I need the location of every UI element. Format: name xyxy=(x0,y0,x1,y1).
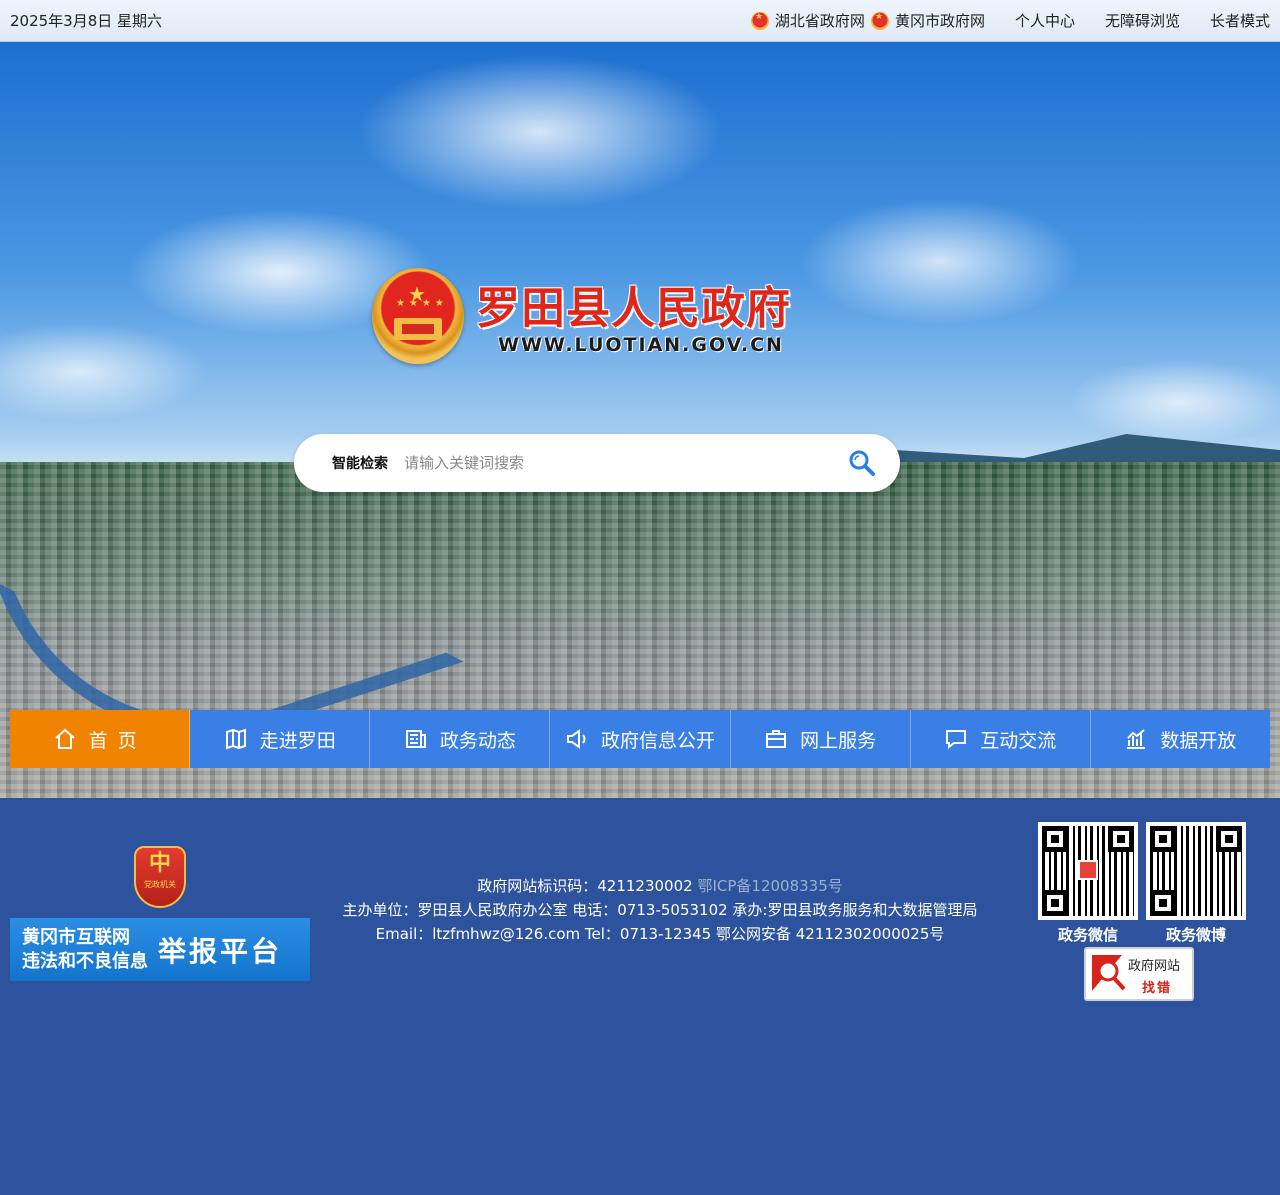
chart-icon xyxy=(1127,729,1146,749)
site-id-line: 政府网站标识码：4211230002 鄂ICP备12008335号 xyxy=(320,874,1000,898)
home-icon xyxy=(54,728,75,749)
site-title: 罗田县人民政府 xyxy=(476,283,791,334)
link-elder-mode[interactable]: 长者模式 xyxy=(1210,10,1270,31)
nav-item-label: 网上服务 xyxy=(800,729,877,752)
national-emblem-icon: ★ ★★★★ xyxy=(372,268,464,364)
nav-item-label: 互动交流 xyxy=(980,729,1057,752)
find-error-line2: 找错 xyxy=(1142,981,1173,996)
find-error-line1: 政府网站 xyxy=(1128,959,1181,974)
report-line2: 违法和不良信息 xyxy=(22,950,148,972)
qr-code-icon xyxy=(1038,822,1138,920)
qr-weibo-caption: 政务微博 xyxy=(1165,926,1226,944)
nav-item-label: 首页 xyxy=(88,729,147,752)
current-date: 2025年3月8日 星期六 xyxy=(10,12,163,30)
qr-wechat-caption: 政务微信 xyxy=(1057,926,1118,944)
sponsor-line: 主办单位：罗田县人民政府办公室 电话：0713-5053102 承办:罗田县政务… xyxy=(342,901,978,919)
nav-item-label: 政务动态 xyxy=(439,729,516,752)
main-nav: 首页 走进罗田 政务动态 政府信息公开 网上服务 互动交流 数据开放 xyxy=(10,710,1270,768)
footer: 中 党政机关 黄冈市互联网 违法和不良信息 举报平台 政府网站标识码：42112… xyxy=(0,798,1280,1195)
site-id: 政府网站标识码：4211230002 xyxy=(477,877,693,895)
nav-item-label: 政府信息公开 xyxy=(600,729,715,752)
hero-banner: ★ ★★★★ 罗田县人民政府 WWW.LUOTIAN.GOV.CN 智能检索 首… xyxy=(0,42,1280,798)
site-url: WWW.LUOTIAN.GOV.CN xyxy=(498,334,784,356)
nav-item-about-luotian[interactable]: 走进罗田 xyxy=(190,710,371,768)
top-bar: 2025年3月8日 星期六 湖北省政府网 黄冈市政府网 个人中心 无障碍浏览 长… xyxy=(0,0,1280,42)
map-icon xyxy=(225,728,246,750)
find-error-button[interactable]: 政府网站 找错 xyxy=(1084,947,1194,1001)
search-bar: 智能检索 xyxy=(294,434,900,492)
qr-code-icon xyxy=(1146,822,1246,920)
nav-item-label: 走进罗田 xyxy=(259,729,336,752)
nav-item-interaction[interactable]: 互动交流 xyxy=(910,710,1091,768)
magnifier-icon xyxy=(1092,955,1126,991)
qr-weibo[interactable]: 政务微博 xyxy=(1146,822,1246,945)
national-emblem-icon xyxy=(750,11,769,30)
party-gov-badge-icon[interactable]: 中 党政机关 xyxy=(134,846,186,908)
search-icon[interactable] xyxy=(848,449,876,477)
nav-item-info-disclosure[interactable]: 政府信息公开 xyxy=(550,710,731,768)
nav-item-gov-news[interactable]: 政务动态 xyxy=(370,710,551,768)
briefcase-icon xyxy=(766,730,787,748)
report-platform[interactable]: 中 党政机关 黄冈市互联网 违法和不良信息 举报平台 xyxy=(10,846,310,982)
link-hubei-gov[interactable]: 湖北省政府网 xyxy=(750,10,865,31)
link-accessibility[interactable]: 无障碍浏览 xyxy=(1105,10,1180,31)
link-huanggang-gov-label: 黄冈市政府网 xyxy=(894,12,985,30)
report-line1: 黄冈市互联网 xyxy=(22,926,130,948)
footer-info: 政府网站标识码：4211230002 鄂ICP备12008335号 主办单位：罗… xyxy=(320,874,1000,946)
qr-wechat[interactable]: 政务微信 xyxy=(1038,822,1138,945)
report-platform-label: 举报平台 xyxy=(158,934,283,968)
link-personal-center[interactable]: 个人中心 xyxy=(1015,10,1075,31)
nav-item-home[interactable]: 首页 xyxy=(10,710,191,768)
speaker-icon xyxy=(566,729,586,749)
search-label: 智能检索 xyxy=(332,456,388,472)
site-logo[interactable]: ★ ★★★★ 罗田县人民政府 WWW.LUOTIAN.GOV.CN xyxy=(372,268,812,368)
news-icon xyxy=(405,730,426,748)
contact-line: Email：ltzfmhwz@126.com Tel：0713-12345 鄂公… xyxy=(375,925,945,943)
nav-item-open-data[interactable]: 数据开放 xyxy=(1090,710,1270,768)
icp-link[interactable]: 鄂ICP备12008335号 xyxy=(697,877,842,895)
report-banner[interactable]: 黄冈市互联网 违法和不良信息 举报平台 xyxy=(10,918,310,981)
link-huanggang-gov[interactable]: 黄冈市政府网 xyxy=(870,10,985,31)
top-links: 湖北省政府网 黄冈市政府网 个人中心 无障碍浏览 长者模式 xyxy=(750,10,1270,31)
party-badge-label: 党政机关 xyxy=(144,880,176,889)
report-banner-text: 黄冈市互联网 违法和不良信息 xyxy=(22,926,148,974)
link-hubei-gov-label: 湖北省政府网 xyxy=(774,12,865,30)
nav-item-label: 数据开放 xyxy=(1160,729,1237,752)
national-emblem-icon xyxy=(870,11,889,30)
chat-icon xyxy=(946,730,967,750)
nav-item-online-service[interactable]: 网上服务 xyxy=(730,710,911,768)
search-input[interactable] xyxy=(404,454,824,472)
